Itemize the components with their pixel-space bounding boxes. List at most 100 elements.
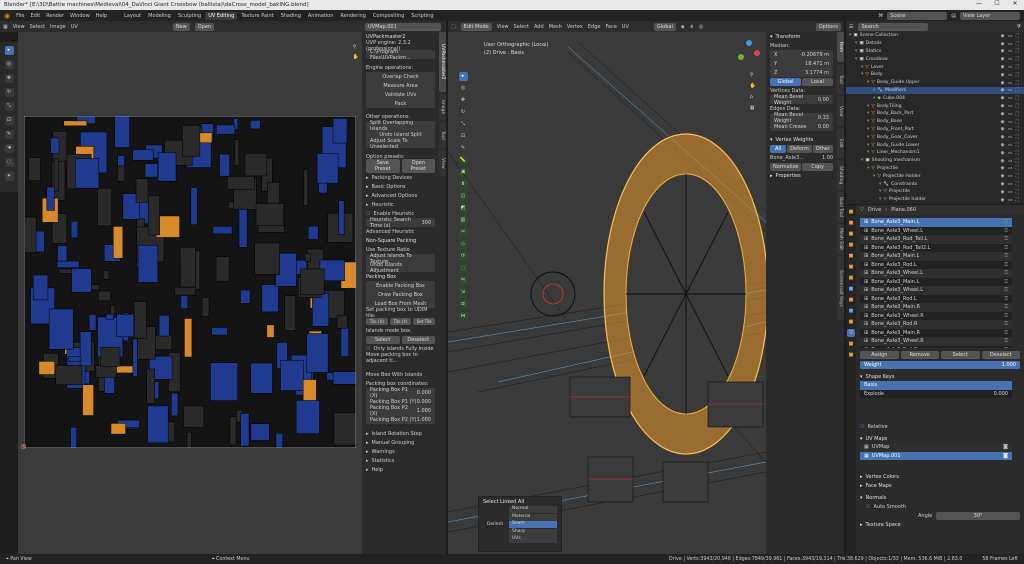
vertex-group-item[interactable]: ⊞ Bone_Axle3_Wheel.R ⚿ [860,337,1012,346]
disclosure-triangle-icon[interactable]: ▾ [867,111,869,116]
zoom-icon[interactable]: ⚲ [353,44,359,50]
texture-space-section[interactable]: ▸ Texture Space [856,520,1024,529]
uv-move-tool-icon[interactable]: ✥ [4,74,14,83]
crease-field[interactable]: Mean Crease 0.00 [770,122,833,131]
workspace-tab-uv-editing[interactable]: UV Editing [205,11,238,20]
editor-type-icon[interactable]: ▦ [3,24,8,30]
uv-transform-tool-icon[interactable]: ⊡ [4,116,14,125]
disclosure-triangle-icon[interactable]: ▾ [861,72,863,77]
uv-view-menu[interactable]: View [13,24,25,30]
shape-key-item[interactable]: Explode 0.000 [860,390,1012,399]
outliner-item[interactable]: ▾ ▽ Body_Back_Part ◉ ▭ ⛶ [846,110,1024,118]
visibility-icons[interactable]: ◉ ▭ ⛶ [1001,134,1021,140]
remove-button[interactable]: Remove [900,350,939,359]
vertex-bevel-field[interactable]: Mean Bevel Weight 0.00 [770,94,833,106]
shape-key-list[interactable]: Basis Explode 0.000 [860,381,1012,398]
vertex-group-item[interactable]: ⊞ Bone_Axle3_Rod_Tail.L ⚿ [860,235,1012,244]
box-select-button[interactable]: Select [366,335,400,344]
visibility-icons[interactable]: ◉ ▭ ⛶ [1001,197,1021,203]
vertex-group-list[interactable]: ⊞ Bone_Axle3_Main.L ⚿ ⊞ Bone_Axle3_Wheel.L ⚿ ⊞… [860,218,1012,348]
disclosure-triangle-icon[interactable]: ▾ [867,127,869,132]
median-y-field[interactable]: Y 18.471 m [770,59,833,68]
disclosure-triangle-icon[interactable]: ▾ [861,158,863,163]
face-maps-section[interactable]: ▸ Face Maps [856,481,1024,490]
tile-button-tile-x[interactable]: Tile (X) [366,318,388,325]
workspace-tab-layout[interactable]: Layout [121,12,144,20]
menu-edit[interactable]: Edit [30,13,40,19]
lock-icon[interactable]: ⚿ [1004,279,1008,285]
outliner-item[interactable]: ▾ ▣ Shooting mechanism ◉ ▭ ⛶ [846,157,1024,165]
vp-grid-icon[interactable]: ▦ [750,105,756,111]
lock-icon[interactable]: ⚿ [1004,313,1008,319]
scene-selector[interactable]: Scene [887,11,948,20]
visibility-icons[interactable]: ◉ ▭ ⛶ [1001,80,1021,86]
outliner-item[interactable]: ▾ 🔧 Modifiers ◉ ▭ ⛶ [846,86,1024,95]
visibility-icons[interactable]: ◉ ▭ ⛶ [1001,33,1021,39]
modifiers-properties-tab-icon[interactable]: ■ [847,285,855,293]
disclosure-triangle-icon[interactable]: ▾ [867,104,869,109]
visibility-icons[interactable]: ◉ ▭ ⛶ [1001,48,1021,54]
tile-button-set-tile[interactable]: Set Tile [413,318,436,325]
box-coord-field[interactable]: Packing Box P1 (X) 0.000 [366,387,435,399]
data-properties-tab-icon[interactable]: ▽ [847,329,855,337]
edge-bevel-field[interactable]: Mean Bevel Weight 0.33 [770,112,833,124]
visibility-icons[interactable]: ◉ ▭ ⛶ [1001,173,1021,179]
workspace-tab-modeling[interactable]: Modeling [145,12,174,20]
vertex-group-item[interactable]: ⊞ Bone_Axle3_Main.L ⚿ [860,218,1012,227]
undo-islands-button[interactable]: Undo Islands Adjustment [366,262,435,274]
disclosure-triangle-icon[interactable]: ▾ [861,65,863,70]
open-preset-button[interactable]: Open Preset [401,158,435,173]
vp-mesh-menu[interactable]: Mesh [549,24,562,30]
uv-select-menu[interactable]: Select [30,24,45,30]
npanel-tab-item[interactable]: Item [837,32,844,62]
outliner-item[interactable]: ▾ ▣ Details ◉ ▭ ⛶ [846,40,1024,48]
lock-icon[interactable]: ⚿ [1004,245,1008,251]
outliner-item[interactable]: ▾ ▽ Body_Gear_Cover ◉ ▭ ⛶ [846,133,1024,141]
menu-file[interactable]: File [16,13,24,19]
workspace-tab-compositing[interactable]: Compositing [370,12,407,20]
menu-render[interactable]: Render [46,13,64,19]
uv-grab-tool-icon[interactable]: ☚ [4,144,14,153]
section-manual-grouping[interactable]: ▸ Manual Grouping [362,438,439,447]
vertex-group-item[interactable]: ⊞ Bone_Axle3_Rod.L ⚿ [860,295,1012,304]
lock-icon[interactable]: ⚿ [1004,219,1008,225]
disclosure-triangle-icon[interactable]: ▾ [849,33,851,38]
vp-face-menu[interactable]: Face [605,24,616,30]
shape-keys-section[interactable]: ▾ Shape Keys [856,372,1024,381]
lock-icon[interactable]: ⚿ [1004,287,1008,293]
filter-icon[interactable]: ⧩ [1017,24,1021,30]
pack-button[interactable]: Pack [366,99,435,108]
transform-orientation[interactable]: Global [653,22,676,31]
heuristic-time-field[interactable]: Heuristic Search Time (s) 300 [366,217,435,229]
outliner-item[interactable]: ▾ ▽ Body_Guide.Lower ◉ ▭ ⛶ [846,141,1024,149]
vertex-group-item[interactable]: ⊞ Bone_Axle3_Wheel.L ⚿ [860,227,1012,236]
outliner-item[interactable]: ▾ ▣ Crossbow ◉ ▭ ⛶ [846,55,1024,63]
vertex-group-item[interactable]: ⊞ Bone_Axle3_Main.L ⚿ [860,252,1012,261]
visibility-icons[interactable]: ◉ ▭ ⛶ [1001,142,1021,148]
lock-icon[interactable]: ⚿ [1004,236,1008,242]
visibility-icons[interactable]: ◉ ▭ ⛶ [1001,72,1021,78]
workspace-tab-animation[interactable]: Animation [305,12,337,20]
uv-scale-tool-icon[interactable]: ⤡ [4,102,14,111]
npanel-tab-view[interactable]: View [837,96,844,126]
blender-logo-icon[interactable]: ◉ [4,12,10,20]
lock-icon[interactable]: ⚿ [1004,228,1008,234]
camera-icon[interactable]: ◙ [1003,444,1008,450]
disclosure-triangle-icon[interactable]: ▾ [867,166,869,171]
disclosure-triangle-icon[interactable]: ▾ [879,197,881,202]
uv-annotate-tool-icon[interactable]: ✎ [4,130,14,139]
npanel-tab-screencast-keys[interactable]: Screencast Keys [837,256,844,320]
uv-layout[interactable] [24,116,356,448]
measure-area-button[interactable]: Measure Area [366,81,435,90]
disclosure-triangle-icon[interactable]: ▾ [873,88,875,93]
uv-canvas[interactable]: ⚲ ✋ ⊕ [18,32,362,554]
disclosure-triangle-icon[interactable]: ▾ [867,80,869,85]
adjust-scale-to-unselected-button[interactable]: Adjust Scale To Unselected [366,138,435,150]
tile-button-tile-y[interactable]: Tile (Y) [389,318,412,325]
box-coord-field[interactable]: Packing Box P2 (Y) 1.000 [366,415,435,424]
outliner-item[interactable]: ▾ ▣ Statics ◉ ▭ ⛶ [846,48,1024,56]
disclosure-triangle-icon[interactable]: ▾ [855,57,857,62]
uv-relax-tool-icon[interactable]: ◌ [4,158,14,167]
minimize-button[interactable]: — [970,0,988,7]
vp-vertex-menu[interactable]: Vertex [567,24,583,30]
